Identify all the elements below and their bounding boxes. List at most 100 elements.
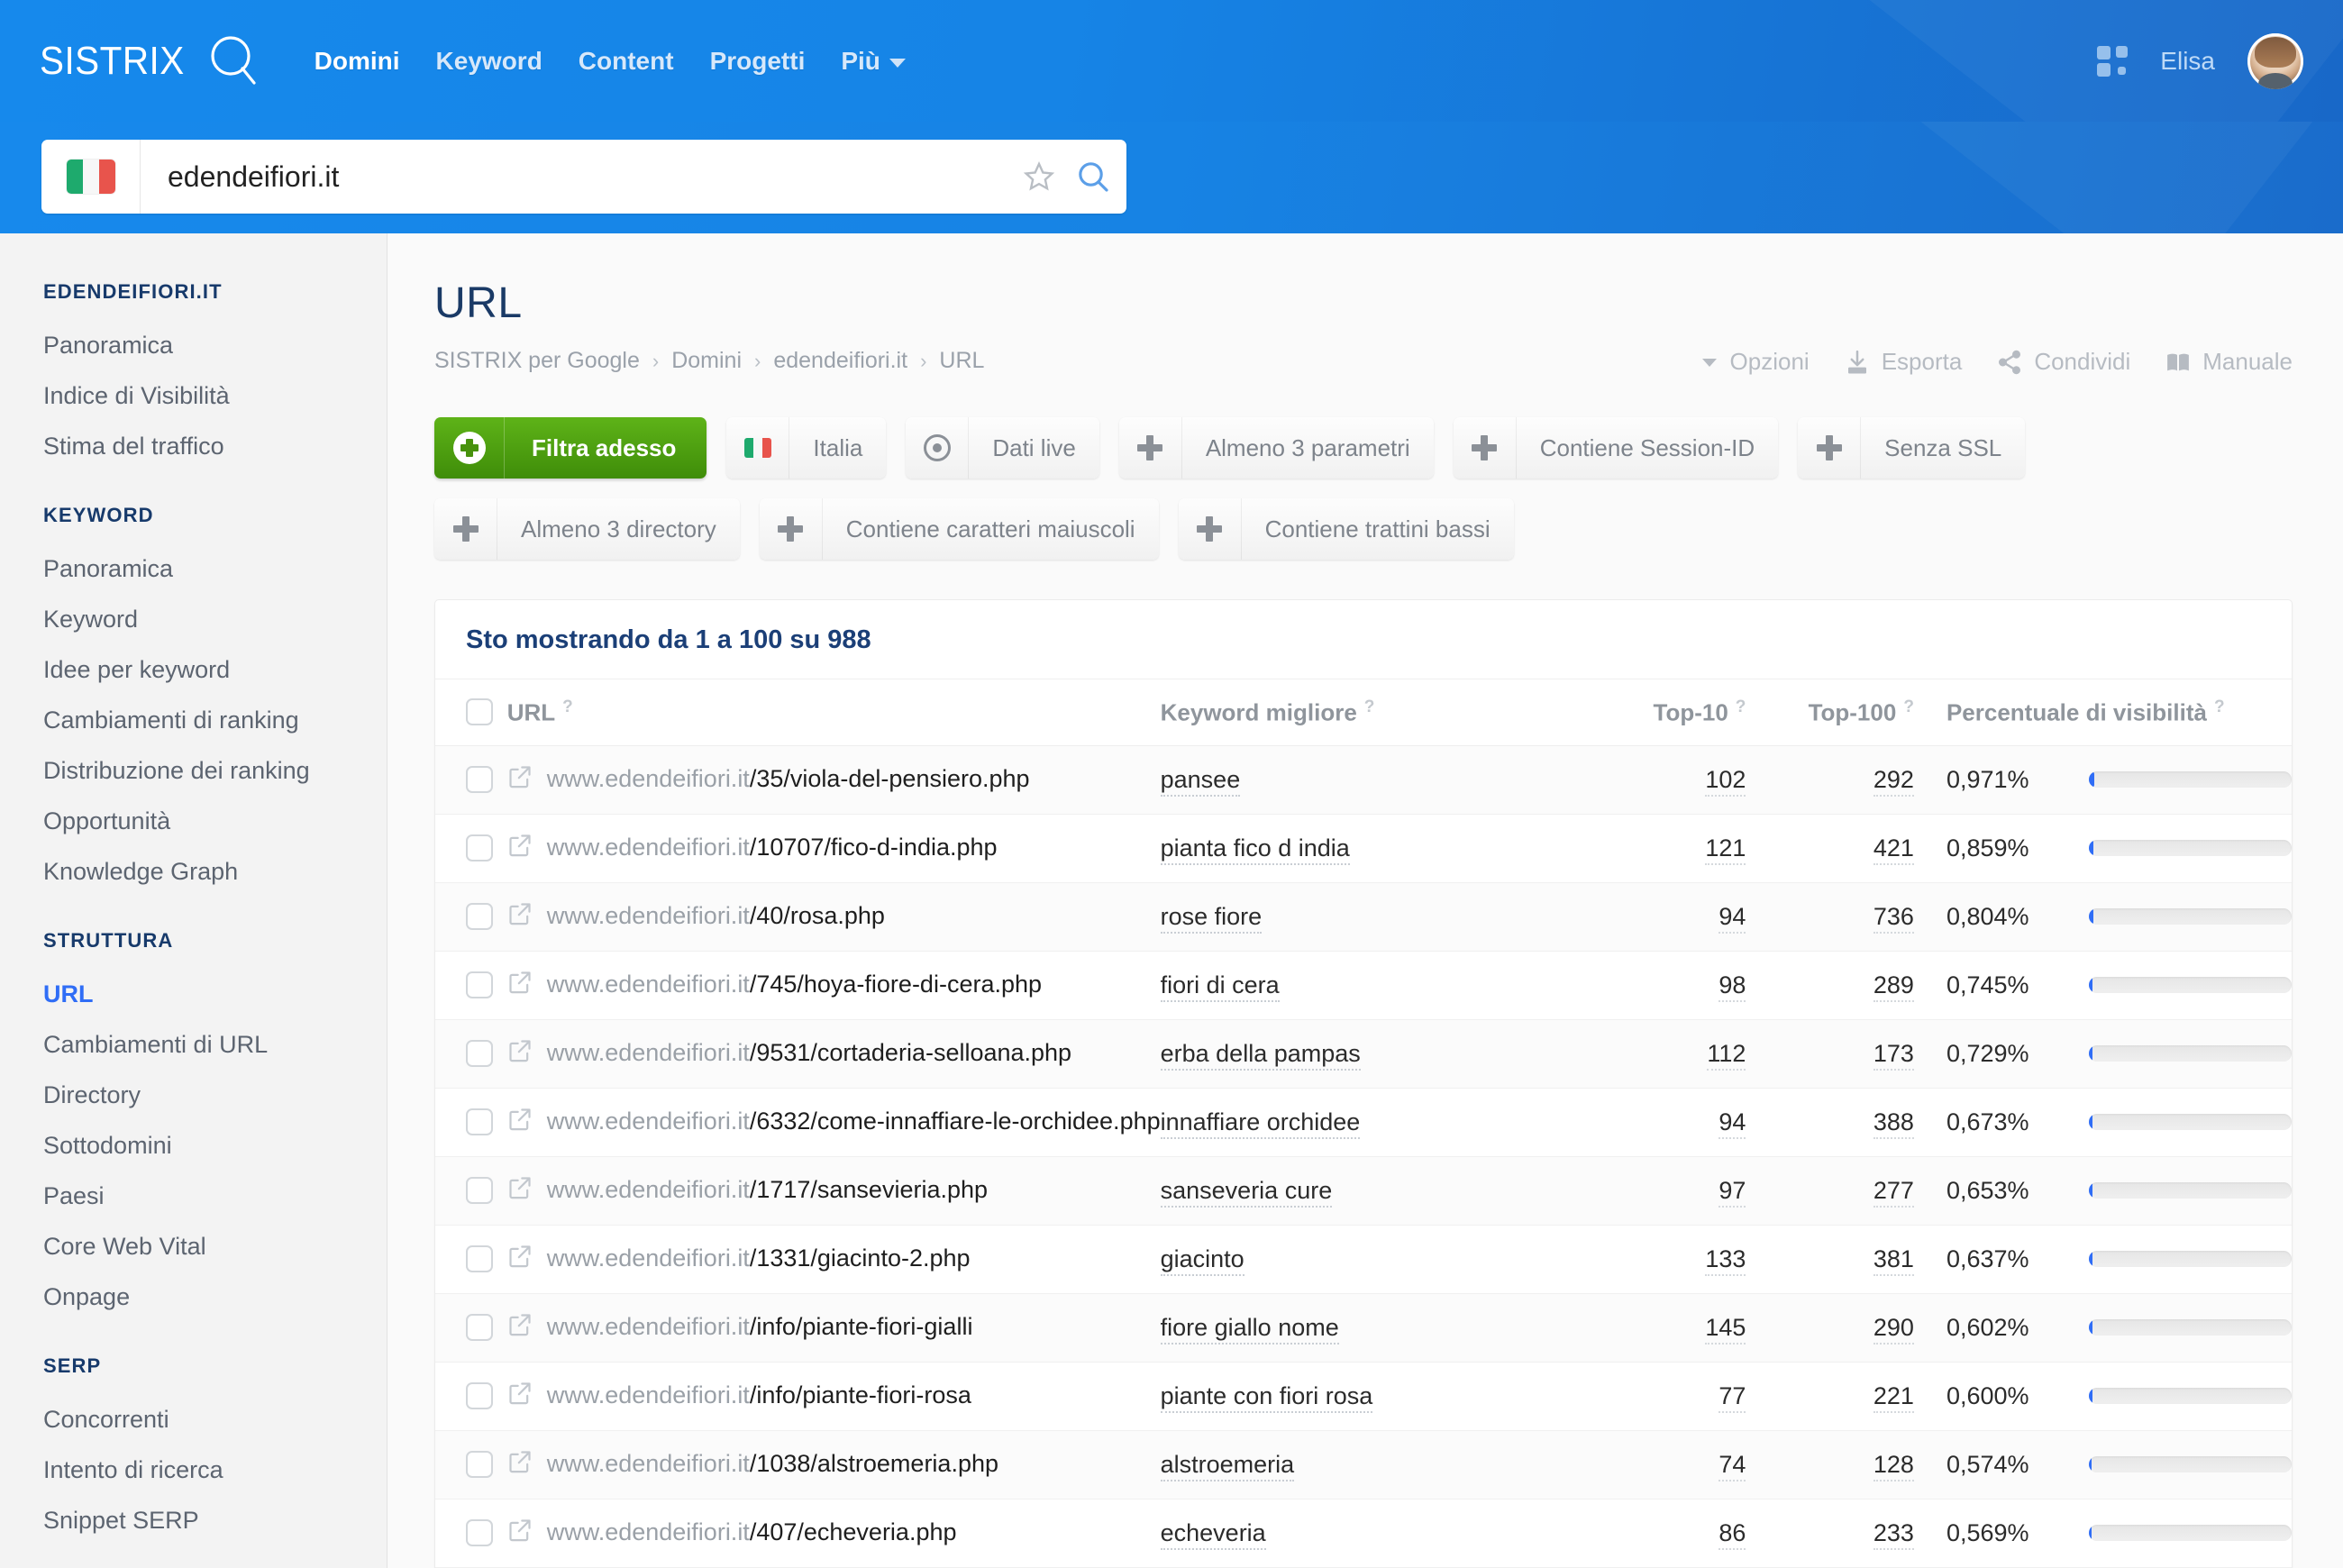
sidebar-item-paesi[interactable]: Paesi	[43, 1171, 387, 1221]
nav-item-domini[interactable]: Domini	[315, 47, 400, 76]
url-path[interactable]: /40/rosa.php	[750, 902, 885, 929]
breadcrumb-item-2[interactable]: edendeifiori.it	[773, 348, 907, 374]
url-domain[interactable]: www.edendeifiori.it	[547, 765, 750, 792]
filter-chip-contiene-caratteri-maiuscoli[interactable]: Contiene caratteri maiuscoli	[759, 498, 1159, 560]
url-domain[interactable]: www.edendeifiori.it	[547, 902, 750, 929]
keyword-value[interactable]: alstroemeria	[1160, 1450, 1295, 1481]
search-input[interactable]	[141, 160, 1015, 194]
sidebar-item-panoramica-keyword[interactable]: Panoramica	[43, 543, 387, 594]
keyword-value[interactable]: giacinto	[1160, 1244, 1244, 1276]
sidebar-item-sottodomini[interactable]: Sottodomini	[43, 1120, 387, 1171]
sidebar-item-core-web-vital[interactable]: Core Web Vital	[43, 1221, 387, 1272]
external-link-icon[interactable]	[507, 1175, 533, 1207]
sidebar-item-keyword[interactable]: Keyword	[43, 594, 387, 644]
esporta-button[interactable]: Esporta	[1844, 348, 1962, 376]
country-selector[interactable]	[41, 140, 141, 214]
sidebar-item-cambiamenti-di-url[interactable]: Cambiamenti di URL	[43, 1019, 387, 1070]
url-domain[interactable]: www.edendeifiori.it	[547, 1450, 750, 1477]
condividi-button[interactable]: Condividi	[1996, 348, 2130, 376]
column-header-percentuale-di-visibilita[interactable]: Percentuale di visibilità?	[1913, 679, 2292, 746]
url-domain[interactable]: www.edendeifiori.it	[547, 1381, 750, 1408]
keyword-value[interactable]: sanseveria cure	[1160, 1176, 1333, 1208]
help-icon[interactable]: ?	[1736, 697, 1746, 716]
row-checkbox[interactable]	[466, 1451, 493, 1479]
nav-item-keyword[interactable]: Keyword	[436, 47, 542, 76]
sidebar-item-idee-per-keyword[interactable]: Idee per keyword	[43, 644, 387, 695]
sidebar-item-distribuzione-dei-ranking[interactable]: Distribuzione dei ranking	[43, 745, 387, 796]
star-icon[interactable]	[1015, 160, 1063, 193]
url-domain[interactable]: www.edendeifiori.it	[547, 1244, 750, 1272]
keyword-value[interactable]: fiori di cera	[1160, 971, 1280, 1002]
external-link-icon[interactable]	[507, 1518, 533, 1549]
sidebar-item-url[interactable]: URL	[43, 969, 387, 1019]
sidebar-item-snippet-serp[interactable]: Snippet SERP	[43, 1495, 387, 1545]
opzioni-button[interactable]: Opzioni	[1700, 348, 1810, 376]
sidebar-item-indice-di-visibilita[interactable]: Indice di Visibilità	[43, 370, 387, 421]
filter-chip-almeno-3-directory[interactable]: Almeno 3 directory	[434, 498, 740, 560]
row-checkbox[interactable]	[466, 1245, 493, 1273]
row-checkbox[interactable]	[466, 766, 493, 794]
row-checkbox[interactable]	[466, 971, 493, 999]
help-icon[interactable]: ?	[1903, 697, 1914, 716]
breadcrumb-item-1[interactable]: Domini	[671, 348, 742, 374]
row-checkbox[interactable]	[466, 903, 493, 931]
url-domain[interactable]: www.edendeifiori.it	[547, 1518, 750, 1545]
url-path[interactable]: /1038/alstroemeria.php	[750, 1450, 998, 1477]
filtra-adesso-button[interactable]: Filtra adesso	[434, 417, 707, 479]
filter-chip-contiene-trattini-bassi[interactable]: Contiene trattini bassi	[1178, 498, 1514, 560]
keyword-value[interactable]: echeveria	[1160, 1518, 1266, 1550]
filter-chip-dati-live[interactable]: Dati live	[906, 417, 1099, 479]
column-header-top-10[interactable]: Top-10?	[1587, 679, 1746, 746]
keyword-value[interactable]: fiore giallo nome	[1160, 1313, 1339, 1345]
filter-chip-italia[interactable]: Italia	[726, 417, 887, 479]
select-all-checkbox[interactable]	[466, 698, 493, 726]
external-link-icon[interactable]	[507, 970, 533, 1001]
external-link-icon[interactable]	[507, 833, 533, 864]
keyword-value[interactable]: rose fiore	[1160, 902, 1263, 934]
sidebar-item-opportunita[interactable]: Opportunità	[43, 796, 387, 846]
column-header-url[interactable]: URL?	[503, 679, 1161, 746]
apps-grid-icon[interactable]	[2097, 45, 2129, 77]
url-path[interactable]: /1331/giacinto-2.php	[750, 1244, 971, 1272]
keyword-value[interactable]: erba della pampas	[1160, 1039, 1361, 1071]
keyword-value[interactable]: piante con fiori rosa	[1160, 1381, 1373, 1413]
breadcrumb-item-3[interactable]: URL	[939, 348, 984, 374]
sidebar-item-concorrenti[interactable]: Concorrenti	[43, 1394, 387, 1445]
filter-chip-senza-ssl[interactable]: Senza SSL	[1798, 417, 2026, 479]
external-link-icon[interactable]	[507, 1381, 533, 1412]
row-checkbox[interactable]	[466, 1519, 493, 1547]
row-checkbox[interactable]	[466, 1314, 493, 1342]
keyword-value[interactable]: pansee	[1160, 765, 1241, 797]
sidebar-item-onpage[interactable]: Onpage	[43, 1272, 387, 1322]
filter-chip-contiene-session-id[interactable]: Contiene Session-ID	[1453, 417, 1779, 479]
nav-item-progetti[interactable]: Progetti	[710, 47, 806, 76]
url-path[interactable]: /9531/cortaderia-selloana.php	[750, 1039, 1071, 1066]
nav-item-piu[interactable]: Più	[841, 47, 906, 76]
help-icon[interactable]: ?	[562, 697, 573, 716]
filter-chip-almeno-3-parametri[interactable]: Almeno 3 parametri	[1118, 417, 1434, 479]
help-icon[interactable]: ?	[2214, 697, 2225, 716]
avatar[interactable]	[2247, 32, 2303, 89]
breadcrumb-item-0[interactable]: SISTRIX per Google	[434, 348, 640, 374]
url-domain[interactable]: www.edendeifiori.it	[547, 1313, 750, 1340]
url-path[interactable]: /10707/fico-d-india.php	[750, 834, 998, 861]
url-path[interactable]: /info/piante-fiori-rosa	[750, 1381, 971, 1408]
url-path[interactable]: /6332/come-innaffiare-le-orchidee.php	[750, 1108, 1161, 1135]
external-link-icon[interactable]	[507, 1107, 533, 1138]
url-domain[interactable]: www.edendeifiori.it	[547, 971, 750, 998]
external-link-icon[interactable]	[507, 901, 533, 933]
url-path[interactable]: /407/echeveria.php	[750, 1518, 957, 1545]
url-path[interactable]: /info/piante-fiori-gialli	[750, 1313, 973, 1340]
column-header-top-100[interactable]: Top-100?	[1746, 679, 1914, 746]
url-path[interactable]: /35/viola-del-pensiero.php	[750, 765, 1030, 792]
external-link-icon[interactable]	[507, 1038, 533, 1070]
sidebar-item-cambiamenti-di-ranking[interactable]: Cambiamenti di ranking	[43, 695, 387, 745]
external-link-icon[interactable]	[507, 764, 533, 796]
url-path[interactable]: /1717/sansevieria.php	[750, 1176, 988, 1203]
sidebar-item-directory[interactable]: Directory	[43, 1070, 387, 1120]
url-domain[interactable]: www.edendeifiori.it	[547, 834, 750, 861]
keyword-value[interactable]: innaffiare orchidee	[1160, 1108, 1361, 1139]
sidebar-item-intento-di-ricerca[interactable]: Intento di ricerca	[43, 1445, 387, 1495]
external-link-icon[interactable]	[507, 1449, 533, 1481]
row-checkbox[interactable]	[466, 834, 493, 862]
